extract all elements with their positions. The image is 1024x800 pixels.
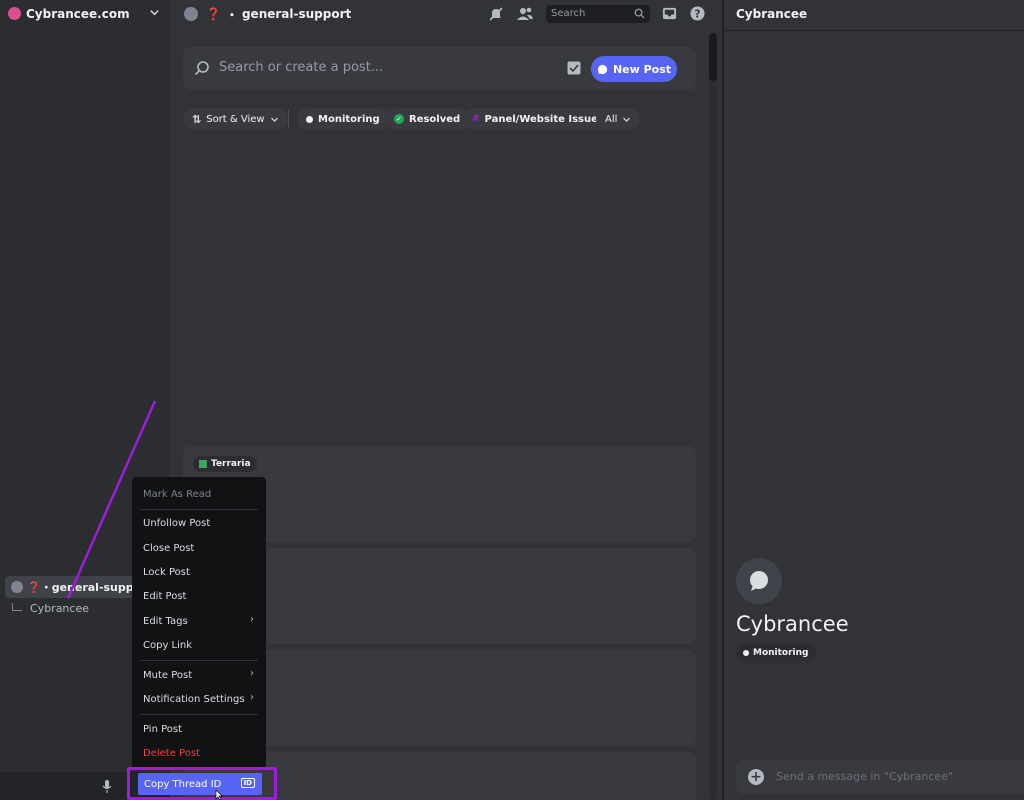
chat-bubble-icon [597,64,608,75]
menu-item-mark-read[interactable]: Mark As Read [143,489,211,500]
thread-label: Cybrancee [30,602,89,615]
inbox-icon[interactable] [662,6,677,21]
forum-icon [184,7,198,21]
scrollbar-thumb[interactable] [709,33,717,81]
menu-separator [140,660,258,661]
filter-divider [288,110,289,128]
new-post-button[interactable]: New Post [591,56,677,82]
thread-pane [724,0,1024,800]
message-placeholder: Send a message in "Cybrancee" [776,770,954,783]
menu-item-lock-post[interactable]: Lock Post [143,567,190,578]
chevron-down-icon[interactable] [149,7,160,18]
menu-item-edit-post[interactable]: Edit Post [143,591,186,602]
message-input[interactable]: + Send a message in "Cybrancee" [736,760,1024,794]
channel-name: general-support [241,7,352,21]
menu-item-pin-post[interactable]: Pin Post [143,724,182,735]
svg-text:?: ? [695,8,701,20]
help-icon[interactable]: ? [690,6,705,21]
tag-filter-resolved[interactable]: ✓ Resolved [385,108,470,130]
add-attachment-icon[interactable]: + [748,769,764,785]
dot-icon [743,649,749,656]
checklist-icon[interactable] [567,61,581,75]
sort-icon: ⇅ [192,112,202,126]
tag-filter-panel-website[interactable]: # Panel/Website Issues [463,108,613,130]
thread-icon [736,558,782,604]
bell-mute-icon[interactable] [488,6,504,22]
scrollbar-track[interactable] [709,33,717,800]
terraria-icon [199,460,207,468]
tag-filter-monitoring[interactable]: Monitoring [297,108,389,130]
chevron-right-icon: › [250,692,254,703]
all-tags-button[interactable]: All [596,108,641,130]
question-emoji-icon: ❓ [206,7,221,21]
chevron-down-icon [623,117,631,122]
menu-item-unfollow-post[interactable]: Unfollow Post [143,518,210,529]
post-tag: Terraria [193,456,257,472]
sidebar-thread-item[interactable]: Cybrancee [12,602,89,615]
context-menu: Mark As Read Unfollow Post Close Post Lo… [132,477,266,770]
mouse-cursor-icon [215,790,223,800]
microphone-icon[interactable] [102,780,112,793]
server-icon [8,7,21,20]
sidebar-item-label: ❓・general-supp… [27,581,145,594]
menu-item-delete-post[interactable]: Delete Post [143,748,200,759]
search-icon [634,8,645,19]
menu-item-close-post[interactable]: Close Post [143,543,194,554]
search-icon [194,60,210,76]
search-input[interactable]: Search [546,5,650,23]
server-header[interactable]: Cybrancee.com [0,0,170,27]
menu-item-copy-link[interactable]: Copy Link [143,640,192,651]
thread-branch-icon [12,602,22,611]
thread-title: Cybrancee [736,612,849,636]
server-name: Cybrancee.com [26,6,130,21]
menu-item-mute-post[interactable]: Mute Post [143,670,192,681]
annotation-highlight-box [127,767,277,800]
members-icon[interactable] [516,6,534,22]
menu-item-edit-tags[interactable]: Edit Tags [143,616,188,627]
forum-icon [11,581,23,593]
menu-separator [140,714,258,715]
chevron-right-icon: › [250,668,254,679]
chat-bubble-icon [750,571,768,591]
hash-icon: # [472,114,480,124]
menu-item-notification-settings[interactable]: Notification Settings [143,694,245,705]
chevron-down-icon [270,117,278,122]
menu-separator [140,509,258,510]
thread-pane-title: Cybrancee [736,7,808,21]
check-circle-icon: ✓ [394,114,404,124]
chevron-right-icon: › [250,614,254,625]
header-divider [724,30,1024,31]
thread-tag: Monitoring [736,644,816,661]
sort-view-button[interactable]: ⇅ Sort & View [183,108,288,130]
dot-icon [306,115,313,123]
post-search-placeholder: Search or create a post... [219,60,384,75]
